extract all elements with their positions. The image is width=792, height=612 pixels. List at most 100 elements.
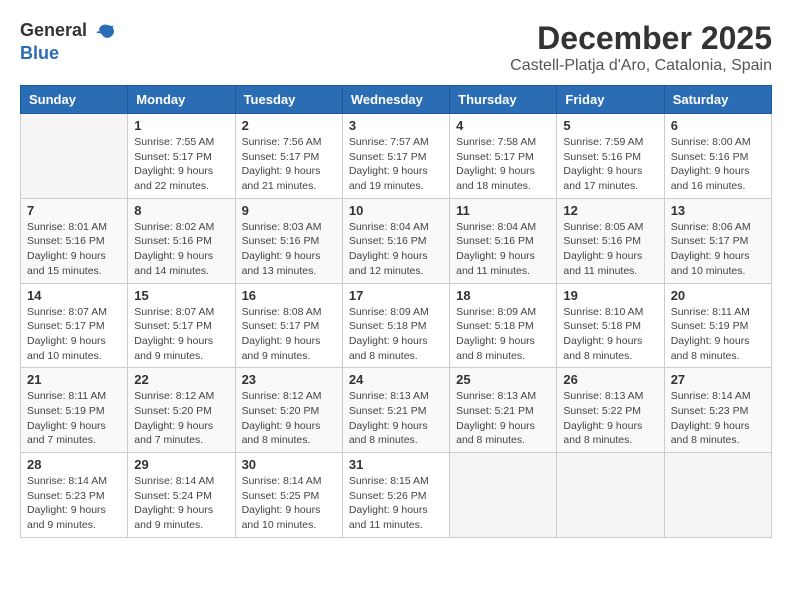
day-info: Sunrise: 8:05 AM Sunset: 5:16 PM Dayligh… [563, 220, 657, 279]
day-number: 9 [242, 203, 336, 218]
day-info: Sunrise: 7:58 AM Sunset: 5:17 PM Dayligh… [456, 135, 550, 194]
calendar-cell: 13 Sunrise: 8:06 AM Sunset: 5:17 PM Dayli… [664, 198, 771, 283]
weekday-header-wednesday: Wednesday [342, 86, 449, 114]
calendar-cell: 28Sunrise: 8:14 AM Sunset: 5:23 PM Dayli… [21, 453, 128, 538]
calendar-cell: 12Sunrise: 8:05 AM Sunset: 5:16 PM Dayli… [557, 198, 664, 283]
day-number: 24 [349, 372, 443, 387]
calendar-week-row: 21 Sunrise: 8:11 AM Sunset: 5:19 PM Dayli… [21, 368, 772, 453]
calendar-cell: 5 Sunrise: 7:59 AM Sunset: 5:16 PM Daylig… [557, 114, 664, 199]
logo-general: General [20, 20, 87, 40]
logo-bird-icon [94, 21, 116, 43]
calendar-cell [557, 453, 664, 538]
calendar-header-row: SundayMondayTuesdayWednesdayThursdayFrid… [21, 86, 772, 114]
calendar-cell: 24 Sunrise: 8:13 AM Sunset: 5:21 PM Dayli… [342, 368, 449, 453]
calendar-cell: 23 Sunrise: 8:12 AM Sunset: 5:20 PM Dayli… [235, 368, 342, 453]
weekday-header-tuesday: Tuesday [235, 86, 342, 114]
day-info: Sunrise: 7:57 AM Sunset: 5:17 PM Dayligh… [349, 135, 443, 194]
calendar-cell: 8Sunrise: 8:02 AM Sunset: 5:16 PM Daylig… [128, 198, 235, 283]
logo: General Blue [20, 20, 118, 64]
day-number: 29 [134, 457, 228, 472]
day-info: Sunrise: 8:04 AM Sunset: 5:16 PM Dayligh… [349, 220, 443, 279]
day-info: Sunrise: 8:03 AM Sunset: 5:16 PM Dayligh… [242, 220, 336, 279]
day-info: Sunrise: 8:14 AM Sunset: 5:25 PM Dayligh… [242, 474, 336, 533]
calendar-cell [664, 453, 771, 538]
calendar-cell: 20 Sunrise: 8:11 AM Sunset: 5:19 PM Dayli… [664, 283, 771, 368]
day-number: 5 [563, 118, 657, 133]
calendar-cell: 27Sunrise: 8:14 AM Sunset: 5:23 PM Dayli… [664, 368, 771, 453]
calendar-week-row: 28Sunrise: 8:14 AM Sunset: 5:23 PM Dayli… [21, 453, 772, 538]
day-number: 21 [27, 372, 121, 387]
calendar-cell [450, 453, 557, 538]
day-info: Sunrise: 8:09 AM Sunset: 5:18 PM Dayligh… [456, 305, 550, 364]
day-info: Sunrise: 8:13 AM Sunset: 5:21 PM Dayligh… [456, 389, 550, 448]
day-info: Sunrise: 8:07 AM Sunset: 5:17 PM Dayligh… [27, 305, 121, 364]
day-info: Sunrise: 7:59 AM Sunset: 5:16 PM Dayligh… [563, 135, 657, 194]
day-info: Sunrise: 8:12 AM Sunset: 5:20 PM Dayligh… [242, 389, 336, 448]
day-info: Sunrise: 8:07 AM Sunset: 5:17 PM Dayligh… [134, 305, 228, 364]
day-info: Sunrise: 8:14 AM Sunset: 5:24 PM Dayligh… [134, 474, 228, 533]
day-info: Sunrise: 7:55 AM Sunset: 5:17 PM Dayligh… [134, 135, 228, 194]
day-info: Sunrise: 8:15 AM Sunset: 5:26 PM Dayligh… [349, 474, 443, 533]
day-number: 10 [349, 203, 443, 218]
day-number: 30 [242, 457, 336, 472]
logo-blue: Blue [20, 43, 59, 63]
calendar-cell [21, 114, 128, 199]
day-info: Sunrise: 8:11 AM Sunset: 5:19 PM Dayligh… [671, 305, 765, 364]
day-number: 16 [242, 288, 336, 303]
calendar-cell: 1 Sunrise: 7:55 AM Sunset: 5:17 PM Daylig… [128, 114, 235, 199]
weekday-header-monday: Monday [128, 86, 235, 114]
calendar-cell: 4 Sunrise: 7:58 AM Sunset: 5:17 PM Daylig… [450, 114, 557, 199]
weekday-header-thursday: Thursday [450, 86, 557, 114]
calendar-cell: 10 Sunrise: 8:04 AM Sunset: 5:16 PM Dayli… [342, 198, 449, 283]
calendar-cell: 31 Sunrise: 8:15 AM Sunset: 5:26 PM Dayli… [342, 453, 449, 538]
day-number: 6 [671, 118, 765, 133]
calendar-cell: 19Sunrise: 8:10 AM Sunset: 5:18 PM Dayli… [557, 283, 664, 368]
day-number: 7 [27, 203, 121, 218]
calendar-cell: 21 Sunrise: 8:11 AM Sunset: 5:19 PM Dayli… [21, 368, 128, 453]
page-title: December 2025 [510, 20, 772, 57]
calendar-cell: 9 Sunrise: 8:03 AM Sunset: 5:16 PM Daylig… [235, 198, 342, 283]
day-number: 1 [134, 118, 228, 133]
day-number: 31 [349, 457, 443, 472]
calendar-cell: 6Sunrise: 8:00 AM Sunset: 5:16 PM Daylig… [664, 114, 771, 199]
day-number: 13 [671, 203, 765, 218]
calendar-week-row: 7Sunrise: 8:01 AM Sunset: 5:16 PM Daylig… [21, 198, 772, 283]
day-number: 25 [456, 372, 550, 387]
page-header: General Blue December 2025 Castell-Platj… [20, 20, 772, 75]
day-info: Sunrise: 8:09 AM Sunset: 5:18 PM Dayligh… [349, 305, 443, 364]
calendar-cell: 16 Sunrise: 8:08 AM Sunset: 5:17 PM Dayli… [235, 283, 342, 368]
calendar-cell: 26Sunrise: 8:13 AM Sunset: 5:22 PM Dayli… [557, 368, 664, 453]
day-info: Sunrise: 8:08 AM Sunset: 5:17 PM Dayligh… [242, 305, 336, 364]
day-number: 3 [349, 118, 443, 133]
weekday-header-friday: Friday [557, 86, 664, 114]
calendar-cell: 18 Sunrise: 8:09 AM Sunset: 5:18 PM Dayli… [450, 283, 557, 368]
day-info: Sunrise: 8:06 AM Sunset: 5:17 PM Dayligh… [671, 220, 765, 279]
day-number: 19 [563, 288, 657, 303]
day-number: 20 [671, 288, 765, 303]
day-number: 17 [349, 288, 443, 303]
day-number: 14 [27, 288, 121, 303]
day-number: 18 [456, 288, 550, 303]
day-number: 27 [671, 372, 765, 387]
day-number: 4 [456, 118, 550, 133]
calendar-week-row: 1 Sunrise: 7:55 AM Sunset: 5:17 PM Daylig… [21, 114, 772, 199]
calendar-cell: 25 Sunrise: 8:13 AM Sunset: 5:21 PM Dayli… [450, 368, 557, 453]
day-number: 23 [242, 372, 336, 387]
calendar-cell: 7Sunrise: 8:01 AM Sunset: 5:16 PM Daylig… [21, 198, 128, 283]
calendar-cell: 30 Sunrise: 8:14 AM Sunset: 5:25 PM Dayli… [235, 453, 342, 538]
calendar-cell: 15Sunrise: 8:07 AM Sunset: 5:17 PM Dayli… [128, 283, 235, 368]
calendar-cell: 29 Sunrise: 8:14 AM Sunset: 5:24 PM Dayli… [128, 453, 235, 538]
calendar-table: SundayMondayTuesdayWednesdayThursdayFrid… [20, 85, 772, 538]
day-info: Sunrise: 8:13 AM Sunset: 5:21 PM Dayligh… [349, 389, 443, 448]
day-info: Sunrise: 8:11 AM Sunset: 5:19 PM Dayligh… [27, 389, 121, 448]
day-info: Sunrise: 7:56 AM Sunset: 5:17 PM Dayligh… [242, 135, 336, 194]
page-subtitle: Castell-Platja d'Aro, Catalonia, Spain [510, 57, 772, 75]
calendar-cell: 17 Sunrise: 8:09 AM Sunset: 5:18 PM Dayli… [342, 283, 449, 368]
calendar-cell: 3 Sunrise: 7:57 AM Sunset: 5:17 PM Daylig… [342, 114, 449, 199]
logo-text: General [20, 20, 118, 43]
day-number: 8 [134, 203, 228, 218]
day-info: Sunrise: 8:13 AM Sunset: 5:22 PM Dayligh… [563, 389, 657, 448]
calendar-cell: 11Sunrise: 8:04 AM Sunset: 5:16 PM Dayli… [450, 198, 557, 283]
day-info: Sunrise: 8:04 AM Sunset: 5:16 PM Dayligh… [456, 220, 550, 279]
calendar-cell: 14 Sunrise: 8:07 AM Sunset: 5:17 PM Dayli… [21, 283, 128, 368]
